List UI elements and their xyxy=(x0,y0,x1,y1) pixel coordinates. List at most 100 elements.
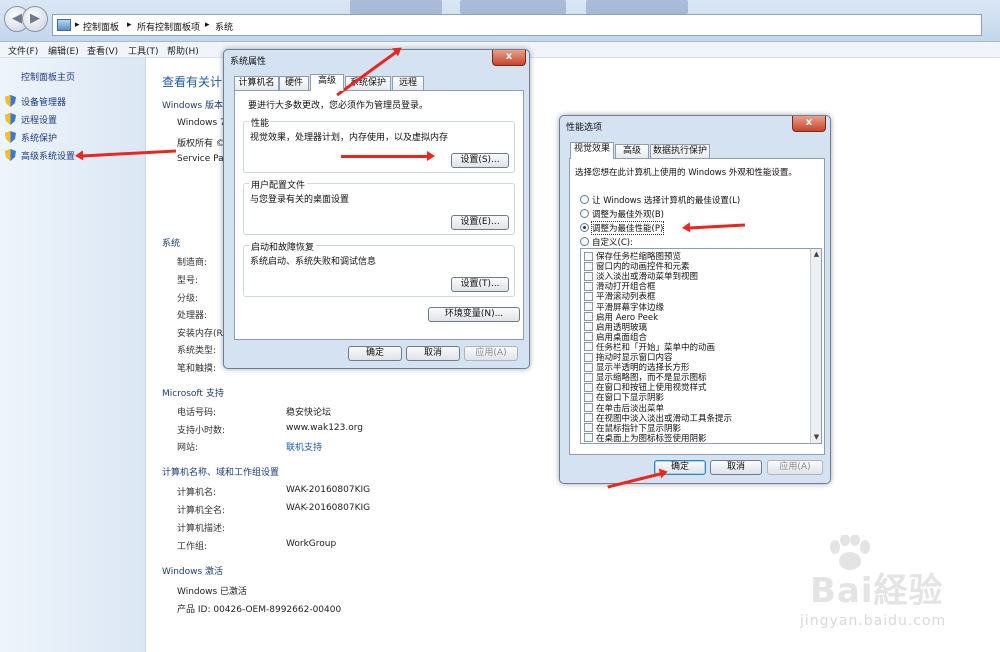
checkbox[interactable] xyxy=(584,281,593,291)
support-value: 稳安快论坛 xyxy=(286,408,332,418)
radio-label: 调整为最佳外观(B) xyxy=(592,210,664,220)
shield-icon xyxy=(5,95,16,107)
scroll-up-icon[interactable]: ▲ xyxy=(812,250,821,259)
taskbar-ghost xyxy=(350,0,442,14)
radio-best-performance[interactable] xyxy=(580,223,589,232)
checkbox[interactable] xyxy=(584,332,593,342)
forward-icon[interactable]: ▶ xyxy=(22,6,48,32)
address-input[interactable]: ▸ 控制面板 ▸ 所有控制面板项 ▸ 系统 xyxy=(52,14,982,36)
activation-heading: Windows 激活 xyxy=(162,567,224,577)
list-item[interactable]: 在桌面上为图标标签使用阴影 xyxy=(581,433,809,443)
tab-remote[interactable]: 远程 xyxy=(392,76,424,91)
checkbox[interactable] xyxy=(584,261,593,271)
checkbox[interactable] xyxy=(584,392,593,402)
performance-options-dialog: 性能选项 x 视觉效果 高级 数据执行保护 选择您想在此计算机上使用的 Wind… xyxy=(559,115,831,484)
breadcrumb-all-items[interactable]: 所有控制面板项 xyxy=(137,20,200,33)
tab-advanced[interactable]: 高级 xyxy=(615,144,649,159)
breadcrumb-separator: ▸ xyxy=(205,20,210,30)
support-heading: Microsoft 支持 xyxy=(162,389,224,399)
radio-label: 自定义(C): xyxy=(592,238,633,248)
breadcrumb-separator: ▸ xyxy=(75,20,80,30)
tab-dep[interactable]: 数据执行保护 xyxy=(650,144,710,159)
tab-hardware[interactable]: 硬件 xyxy=(279,76,309,91)
breadcrumb-separator: ▸ xyxy=(127,20,132,30)
checkbox[interactable] xyxy=(584,382,593,392)
support-value: www.wak123.org xyxy=(286,423,364,433)
computer-value: WorkGroup xyxy=(286,539,337,549)
menu-help[interactable]: 帮助(H) xyxy=(167,44,199,57)
menu-tools[interactable]: 工具(T) xyxy=(128,44,159,57)
menu-view[interactable]: 查看(V) xyxy=(87,44,118,57)
startup-recovery-settings-button[interactable]: 设置(T)... xyxy=(451,277,509,292)
tab-computer-name[interactable]: 计算机名 xyxy=(234,76,279,91)
checkbox[interactable] xyxy=(584,302,593,311)
activation-status: Windows 已激活 xyxy=(177,587,248,597)
sidebar-item-device-manager[interactable]: 设备管理器 xyxy=(21,95,66,108)
scroll-down-icon[interactable]: ▼ xyxy=(812,433,821,442)
tab-visual-effects[interactable]: 视觉效果 xyxy=(570,142,614,159)
sidebar-item-system-protection[interactable]: 系统保护 xyxy=(21,131,57,144)
watermark-text: Bai経验 xyxy=(810,571,944,611)
checkbox[interactable] xyxy=(584,403,593,412)
performance-description: 视觉效果，处理器计划，内存使用，以及虚拟内存 xyxy=(250,133,449,143)
checkbox[interactable] xyxy=(584,291,593,301)
radio-custom[interactable] xyxy=(580,237,589,246)
product-id: 产品 ID: 00426-OEM-8992662-00400 xyxy=(177,605,342,615)
radio-let-windows-choose[interactable] xyxy=(580,195,589,204)
checkbox[interactable] xyxy=(584,342,593,352)
system-label: 制造商: xyxy=(177,258,208,268)
breadcrumb-control-panel[interactable]: 控制面板 xyxy=(83,20,119,33)
taskbar-ghost xyxy=(460,0,566,14)
control-panel-icon xyxy=(57,19,71,31)
apply-button[interactable]: 应用(A) xyxy=(464,346,518,361)
checkbox[interactable] xyxy=(584,362,593,372)
system-label: 处理器: xyxy=(177,311,208,321)
checkbox-label: 在桌面上为图标标签使用阴影 xyxy=(596,433,707,444)
checkbox[interactable] xyxy=(584,352,593,362)
tab-advanced[interactable]: 高级 xyxy=(310,74,344,91)
checkbox[interactable] xyxy=(584,271,593,281)
checkbox[interactable] xyxy=(584,322,593,332)
system-label: 安装内存(RA xyxy=(177,329,229,339)
checkbox[interactable] xyxy=(584,423,593,433)
breadcrumb-system[interactable]: 系统 xyxy=(215,20,233,33)
checkbox[interactable] xyxy=(584,433,593,443)
checkbox[interactable] xyxy=(584,372,593,382)
sidebar-item-advanced-settings[interactable]: 高级系统设置 xyxy=(21,149,75,162)
performance-settings-button[interactable]: 设置(S)... xyxy=(451,153,509,168)
task-pane: 控制面板主页 设备管理器 远程设置 系统保护 高级系统设置 xyxy=(0,58,146,652)
startup-recovery-group-title: 启动和故障恢复 xyxy=(249,240,317,253)
ok-button[interactable]: 确定 xyxy=(348,346,402,361)
system-heading: 系统 xyxy=(162,239,181,249)
support-label: 网站: xyxy=(177,443,199,453)
system-label: 分级: xyxy=(177,294,199,304)
address-bar-area: ◀ ▶ ▸ 控制面板 ▸ 所有控制面板项 ▸ 系统 xyxy=(0,0,1000,42)
visual-effects-list[interactable]: 保存任务栏缩略图预览 窗口内的动画控件和元素 淡入淡出或滑动菜单到视图 滑动打开组合框… xyxy=(580,248,822,444)
baidu-watermark: Bai経验 jingyan.baidu.com xyxy=(770,535,980,645)
close-icon[interactable]: x xyxy=(792,116,826,132)
shield-icon xyxy=(5,113,16,125)
performance-group-title: 性能 xyxy=(249,116,272,129)
checkbox[interactable] xyxy=(584,251,593,261)
menu-file[interactable]: 文件(F) xyxy=(8,44,38,57)
online-support-link[interactable]: 联机支持 xyxy=(286,440,322,453)
control-panel-home-link[interactable]: 控制面板主页 xyxy=(21,70,75,83)
edition-line: 版权所有 © xyxy=(177,139,225,149)
menu-edit[interactable]: 编辑(E) xyxy=(48,44,79,57)
cancel-button[interactable]: 取消 xyxy=(710,460,762,475)
watermark-url: jingyan.baidu.com xyxy=(800,613,947,629)
close-icon[interactable]: x xyxy=(492,50,526,66)
apply-button[interactable]: 应用(A) xyxy=(767,460,823,475)
checkbox[interactable] xyxy=(584,413,593,423)
checkbox[interactable] xyxy=(584,312,593,322)
computer-label: 计算机名: xyxy=(177,488,217,498)
radio-best-appearance[interactable] xyxy=(580,209,589,218)
sidebar-item-remote-settings[interactable]: 远程设置 xyxy=(21,113,57,126)
visual-effects-panel: 选择您想在此计算机上使用的 Windows 外观和性能设置。 让 Windows… xyxy=(569,158,825,455)
list-scrollbar[interactable]: ▲ ▼ xyxy=(810,249,821,443)
cancel-button[interactable]: 取消 xyxy=(406,346,460,361)
dialog-title: 性能选项 xyxy=(566,123,603,133)
environment-variables-button[interactable]: 环境变量(N)... xyxy=(428,307,520,322)
user-profiles-settings-button[interactable]: 设置(E)... xyxy=(451,215,509,230)
performance-group: 性能 视觉效果，处理器计划，内存使用，以及虚拟内存 设置(S)... xyxy=(243,116,515,173)
